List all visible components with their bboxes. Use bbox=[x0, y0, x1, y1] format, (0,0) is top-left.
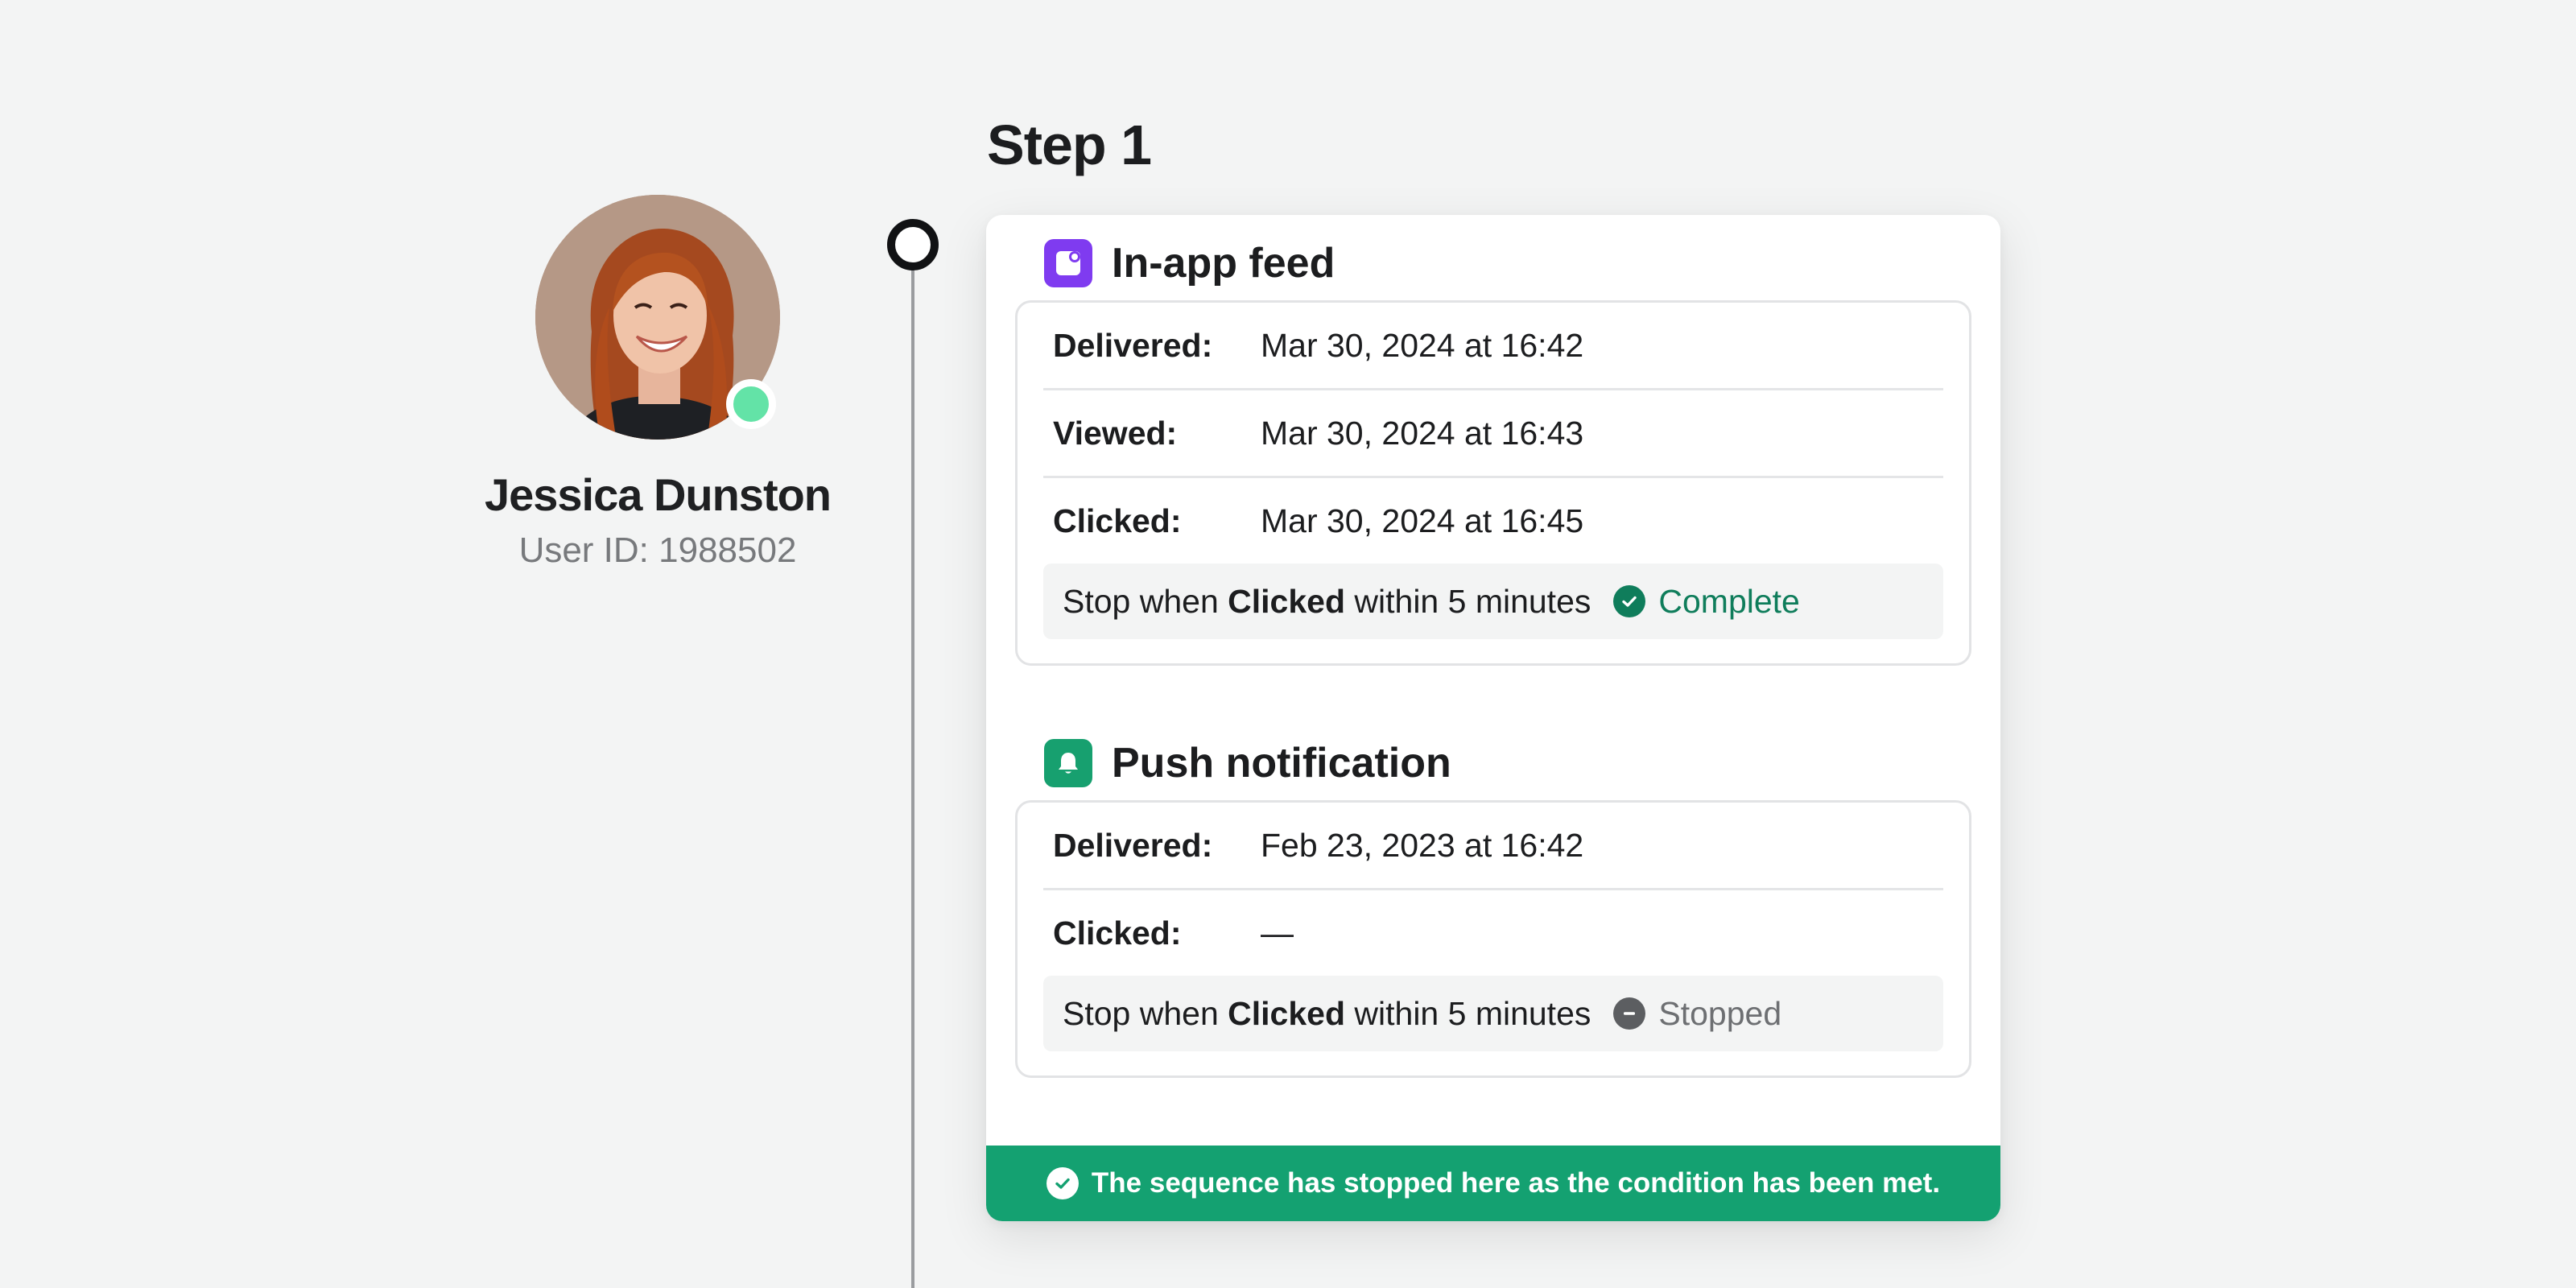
timeline-line bbox=[911, 266, 914, 1288]
condition-suffix: within 5 minutes bbox=[1354, 582, 1591, 620]
condition-event: Clicked bbox=[1228, 582, 1345, 620]
online-status-indicator bbox=[726, 379, 776, 429]
banner-text: The sequence has stopped here as the con… bbox=[1091, 1167, 1941, 1199]
stop-condition: Stop when Clicked within 5 minutes Compl… bbox=[1043, 564, 1943, 639]
detail-value: Feb 23, 2023 at 16:42 bbox=[1261, 826, 1584, 864]
condition-prefix: Stop when bbox=[1063, 582, 1219, 620]
detail-label: Delivered: bbox=[1053, 326, 1213, 364]
minus-circle-icon bbox=[1613, 997, 1646, 1030]
user-name: Jessica Dunston bbox=[484, 469, 832, 520]
timeline-node bbox=[887, 219, 939, 270]
check-circle-icon bbox=[1046, 1167, 1079, 1199]
detail-row-viewed: Viewed: Mar 30, 2024 at 16:43 bbox=[1043, 390, 1943, 478]
detail-row-clicked: Clicked: — bbox=[1043, 890, 1943, 976]
condition-status-complete: Complete bbox=[1613, 582, 1800, 621]
channel-header: In-app feed bbox=[1015, 237, 1971, 289]
avatar-container bbox=[535, 195, 780, 440]
detail-label: Clicked: bbox=[1053, 914, 1182, 952]
step-card: In-app feed Delivered: Mar 30, 2024 at 1… bbox=[986, 215, 2000, 1221]
detail-row-delivered: Delivered: Mar 30, 2024 at 16:42 bbox=[1043, 303, 1943, 390]
condition-event: Clicked bbox=[1228, 994, 1345, 1032]
channel-details: Delivered: Mar 30, 2024 at 16:42 Viewed:… bbox=[1015, 300, 1971, 666]
condition-prefix: Stop when bbox=[1063, 994, 1219, 1032]
step-title: Step 1 bbox=[987, 114, 1152, 176]
stop-condition: Stop when Clicked within 5 minutes Stopp… bbox=[1043, 976, 1943, 1051]
detail-label: Viewed: bbox=[1053, 414, 1178, 452]
sequence-stopped-banner: The sequence has stopped here as the con… bbox=[986, 1146, 2000, 1221]
condition-status-stopped: Stopped bbox=[1613, 995, 1781, 1033]
detail-row-delivered: Delivered: Feb 23, 2023 at 16:42 bbox=[1043, 803, 1943, 890]
user-profile: Jessica Dunston User ID: 1988502 bbox=[416, 195, 899, 571]
channel-title: Push notification bbox=[1112, 740, 1451, 786]
detail-value: Mar 30, 2024 at 16:42 bbox=[1261, 326, 1584, 364]
detail-value: Mar 30, 2024 at 16:43 bbox=[1261, 414, 1584, 452]
channel-details: Delivered: Feb 23, 2023 at 16:42 Clicked… bbox=[1015, 800, 1971, 1078]
channel-header: Push notification bbox=[1015, 737, 1971, 789]
status-label: Stopped bbox=[1658, 994, 1782, 1032]
detail-label: Delivered: bbox=[1053, 826, 1213, 864]
condition-suffix: within 5 minutes bbox=[1354, 994, 1591, 1032]
detail-value: — bbox=[1261, 914, 1294, 952]
user-id: User ID: 1988502 bbox=[518, 530, 797, 570]
channel-in-app-feed: In-app feed Delivered: Mar 30, 2024 at 1… bbox=[1015, 237, 1971, 666]
bell-icon bbox=[1044, 739, 1092, 787]
status-label: Complete bbox=[1658, 582, 1800, 620]
in-app-feed-icon bbox=[1044, 239, 1092, 287]
detail-row-clicked: Clicked: Mar 30, 2024 at 16:45 bbox=[1043, 478, 1943, 564]
detail-value: Mar 30, 2024 at 16:45 bbox=[1261, 502, 1584, 539]
detail-label: Clicked: bbox=[1053, 502, 1182, 539]
channel-title: In-app feed bbox=[1112, 240, 1335, 287]
check-circle-icon bbox=[1613, 585, 1646, 617]
channel-push-notification: Push notification Delivered: Feb 23, 202… bbox=[1015, 737, 1971, 1078]
